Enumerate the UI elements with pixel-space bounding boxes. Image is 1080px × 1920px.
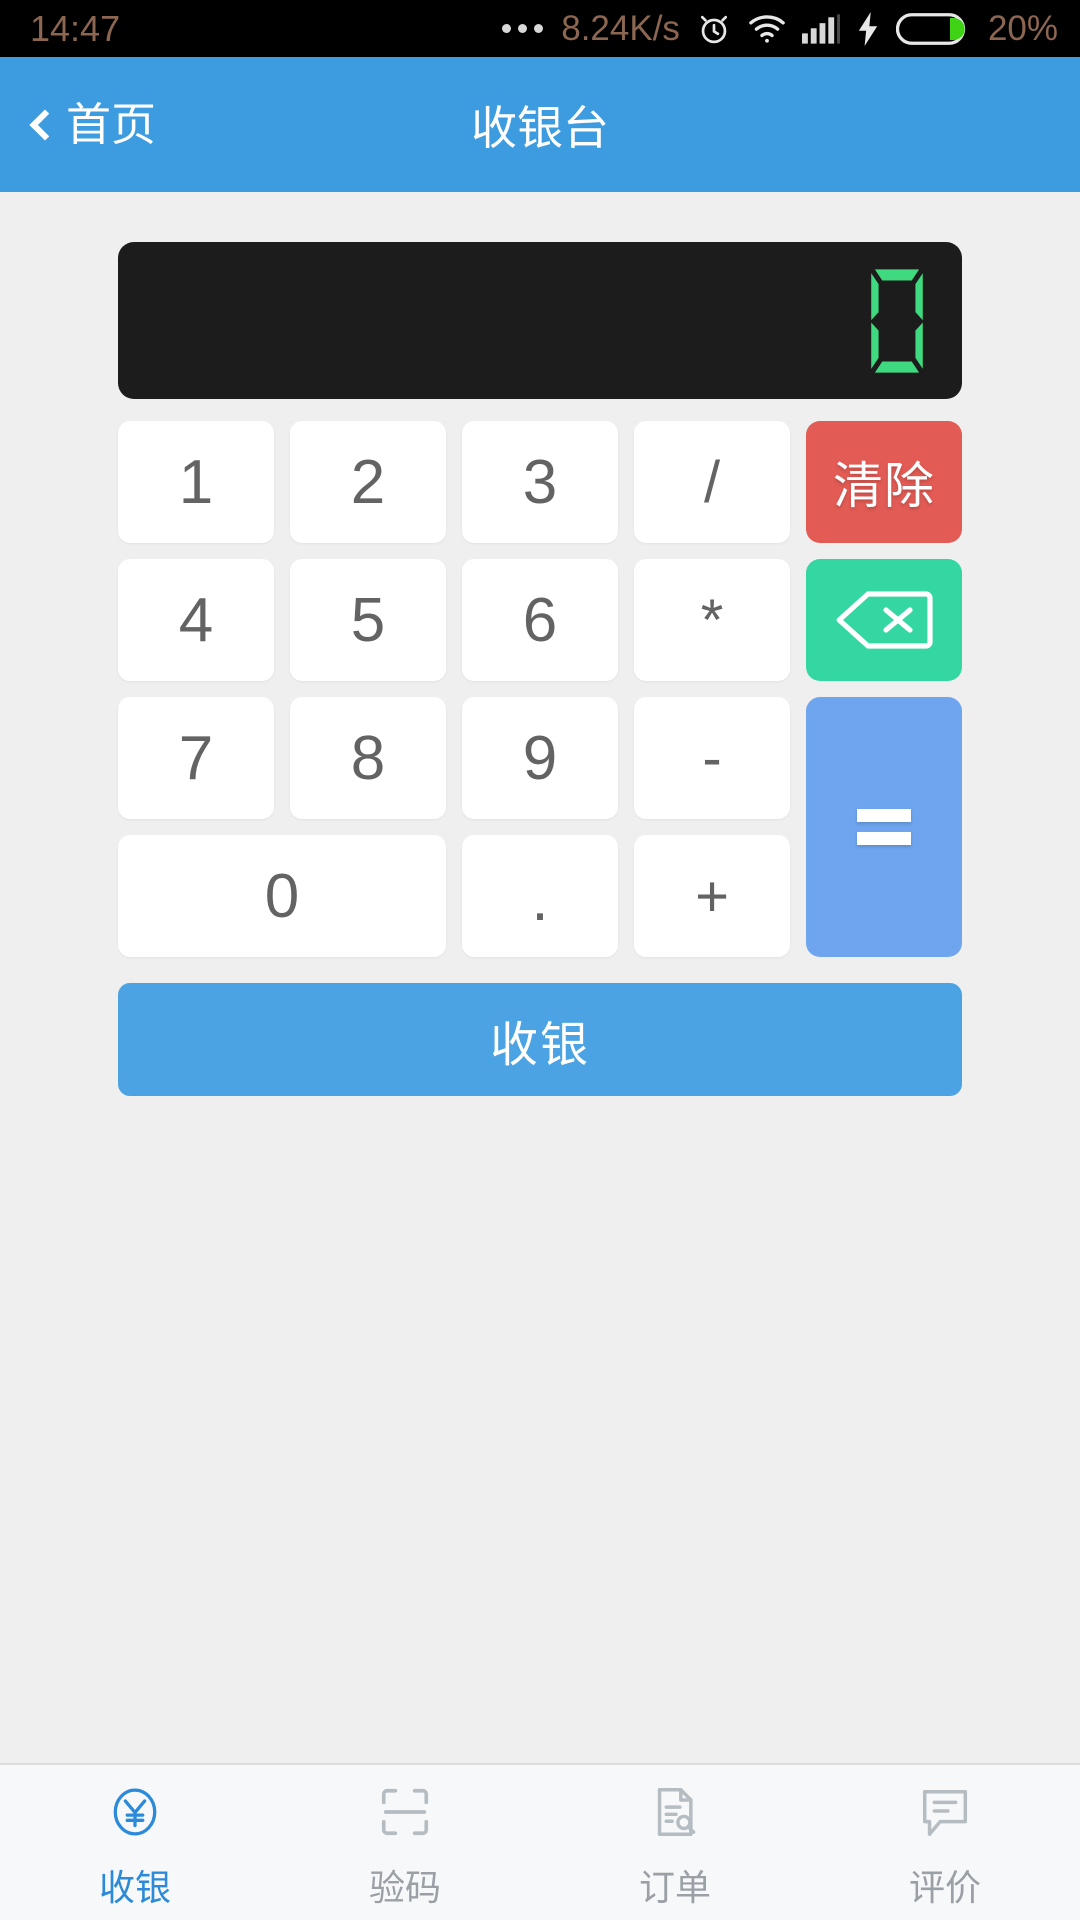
back-button-label: 首页 [66, 99, 157, 150]
document-search-icon [646, 1781, 704, 1843]
amount-display [118, 242, 962, 399]
backspace-icon [836, 591, 933, 649]
status-bar: 14:47 8.24K/s 20% [0, 0, 1080, 57]
app-header: 首页 收银台 [0, 57, 1080, 192]
key-6[interactable]: 6 [462, 559, 618, 681]
back-button[interactable]: 首页 [0, 57, 182, 192]
tab-label-cashier: 收银 [98, 1866, 171, 1908]
alarm-clock-icon [696, 11, 732, 47]
tab-label-orders: 订单 [638, 1866, 711, 1908]
tab-orders[interactable]: 订单 [540, 1765, 810, 1920]
key-1[interactable]: 1 [118, 421, 274, 543]
key-5[interactable]: 5 [290, 559, 446, 681]
wifi-icon [748, 14, 786, 44]
equals-button[interactable] [806, 697, 962, 957]
tab-label-reviews: 评价 [908, 1866, 981, 1908]
key-4[interactable]: 4 [118, 559, 274, 681]
charging-bolt-icon [856, 11, 880, 46]
key-2[interactable]: 2 [290, 421, 446, 543]
key-3[interactable]: 3 [462, 421, 618, 543]
comment-lines-icon [916, 1781, 974, 1843]
network-speed-text: 8.24K/s [561, 8, 680, 48]
key-0[interactable]: 0 [118, 835, 446, 957]
key-plus[interactable]: + [634, 835, 790, 957]
chevron-left-icon [29, 108, 61, 141]
status-time: 14:47 [30, 7, 121, 49]
key-minus[interactable]: - [634, 697, 790, 819]
battery-percent: 20% [987, 8, 1058, 48]
equals-icon [857, 809, 911, 845]
tab-label-verify-code: 验码 [368, 1866, 441, 1908]
backspace-button[interactable] [806, 559, 962, 681]
numeric-keypad: 1 2 3 / 清除 4 5 6 * 7 8 9 - 0 . + [118, 421, 962, 957]
checkout-button[interactable]: 收银 [118, 983, 962, 1096]
app-screen: 14:47 8.24K/s 20% 首页 收银台 1 2 3 / 清除 4 5 … [0, 0, 1080, 1920]
seven-segment-digit-0 [871, 268, 923, 373]
status-indicators: 8.24K/s 20% [502, 9, 1058, 49]
clear-button[interactable]: 清除 [806, 421, 962, 543]
main-content: 1 2 3 / 清除 4 5 6 * 7 8 9 - 0 . + 收银 [0, 192, 1080, 1763]
key-9[interactable]: 9 [462, 697, 618, 819]
ellipsis-icon [502, 24, 544, 33]
key-8[interactable]: 8 [290, 697, 446, 819]
key-decimal[interactable]: . [462, 835, 618, 957]
yuan-circle-icon [106, 1781, 164, 1843]
key-divide[interactable]: / [634, 421, 790, 543]
tab-cashier[interactable]: 收银 [0, 1765, 270, 1920]
battery-icon [895, 11, 968, 47]
tab-reviews[interactable]: 评价 [810, 1765, 1080, 1920]
key-multiply[interactable]: * [634, 559, 790, 681]
tab-verify-code[interactable]: 验码 [270, 1765, 540, 1920]
bottom-tab-bar: 收银 验码 订单 评价 [0, 1763, 1080, 1920]
scan-frame-icon [376, 1781, 434, 1843]
cellular-signal-icon [801, 13, 840, 44]
key-7[interactable]: 7 [118, 697, 274, 819]
